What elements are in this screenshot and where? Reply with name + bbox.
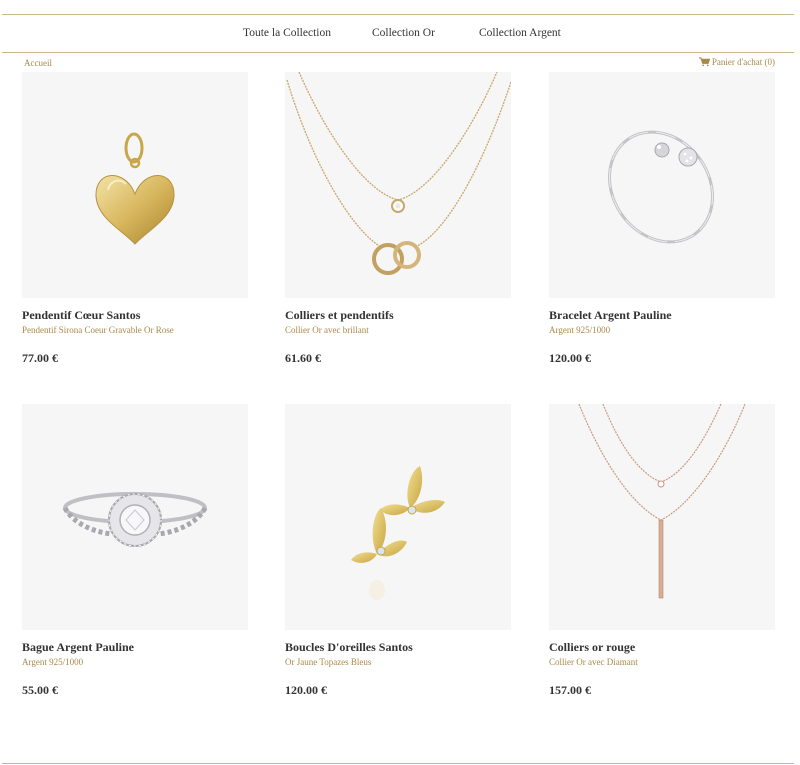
product-subtitle: Argent 925/1000 — [549, 325, 611, 335]
nav-item-silver-collection[interactable]: Collection Argent — [479, 27, 561, 39]
product-image-gold-leaf-earrings[interactable] — [285, 404, 511, 630]
product-image-gold-heart-locket[interactable] — [22, 72, 248, 298]
product-card[interactable]: Pendentif Cœur Santos Pendentif Sirona C… — [22, 72, 248, 372]
product-name[interactable]: Pendentif Cœur Santos — [22, 308, 140, 323]
product-price: 157.00 € — [549, 683, 591, 697]
product-name[interactable]: Colliers et pendentifs — [285, 308, 394, 323]
product-card[interactable]: Boucles D'oreilles Santos Or Jaune Topaz… — [285, 404, 511, 704]
cart-link[interactable]: Panier d'achat (0) — [698, 57, 775, 67]
product-card[interactable]: Colliers or rouge Collier Or avec Diaman… — [549, 404, 775, 704]
cart-label: Panier d'achat (0) — [711, 57, 775, 67]
product-subtitle: Collier Or avec Diamant — [549, 657, 638, 667]
product-card[interactable]: Bracelet Argent Pauline Argent 925/1000 … — [549, 72, 775, 372]
product-name[interactable]: Bracelet Argent Pauline — [549, 308, 672, 323]
main-navigation: Toute la Collection Collection Or Collec… — [2, 15, 794, 53]
shopping-cart-icon — [698, 57, 710, 67]
product-subtitle: Or Jaune Topazes Bleus — [285, 657, 372, 667]
product-name[interactable]: Boucles D'oreilles Santos — [285, 640, 413, 655]
breadcrumb-home-link[interactable]: Accueil — [24, 58, 52, 68]
footer-divider — [2, 763, 794, 764]
product-card[interactable]: Bague Argent Pauline Argent 925/1000 55.… — [22, 404, 248, 704]
product-name[interactable]: Bague Argent Pauline — [22, 640, 134, 655]
product-image-gold-layered-necklace[interactable] — [285, 72, 511, 298]
product-price: 120.00 € — [285, 683, 327, 697]
product-image-silver-halo-ring[interactable] — [22, 404, 248, 630]
product-price: 55.00 € — [22, 683, 58, 697]
product-subtitle: Collier Or avec brillant — [285, 325, 369, 335]
product-price: 120.00 € — [549, 351, 591, 365]
product-subtitle: Pendentif Sirona Coeur Gravable Or Rose — [22, 325, 174, 335]
product-subtitle: Argent 925/1000 — [22, 657, 84, 667]
nav-item-all-collection[interactable]: Toute la Collection — [243, 27, 331, 39]
nav-item-gold-collection[interactable]: Collection Or — [372, 27, 435, 39]
product-price: 77.00 € — [22, 351, 58, 365]
product-image-silver-bangle[interactable] — [549, 72, 775, 298]
product-card[interactable]: Colliers et pendentifs Collier Or avec b… — [285, 72, 511, 372]
product-image-rose-gold-bar-necklace[interactable] — [549, 404, 775, 630]
product-name[interactable]: Colliers or rouge — [549, 640, 635, 655]
product-price: 61.60 € — [285, 351, 321, 365]
